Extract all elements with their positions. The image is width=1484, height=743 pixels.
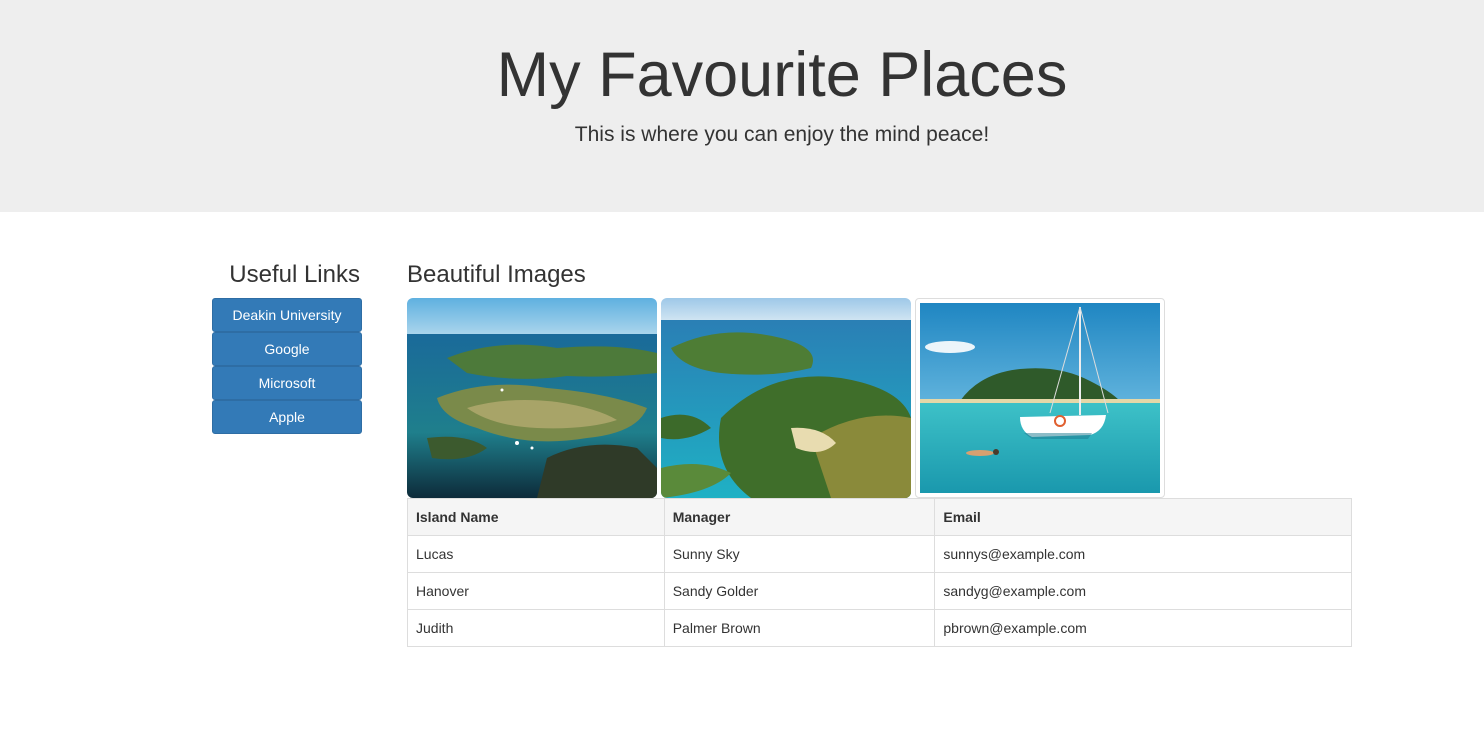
column-header-island-name: Island Name (407, 498, 665, 536)
table-row: Judith Palmer Brown pbrown@example.com (407, 609, 1352, 647)
link-apple[interactable]: Apple (212, 400, 362, 434)
island-name-cell: Judith (407, 609, 665, 647)
column-header-email: Email (934, 498, 1352, 536)
manager-cell: Palmer Brown (663, 609, 936, 647)
table-header-row: Island Name Manager Email (407, 498, 1352, 536)
island-photo-1 (407, 298, 657, 498)
beautiful-images-heading: Beautiful Images (407, 261, 586, 288)
sailboat-photo (915, 298, 1165, 498)
jumbotron: My Favourite Places This is where you ca… (0, 0, 1484, 212)
link-microsoft[interactable]: Microsoft (212, 366, 362, 400)
column-header-manager: Manager (663, 498, 936, 536)
island-name-cell: Hanover (407, 572, 665, 610)
manager-cell: Sunny Sky (663, 535, 936, 573)
email-cell: sunnys@example.com (934, 535, 1352, 573)
table-row: Hanover Sandy Golder sandyg@example.com (407, 572, 1352, 610)
island-name-cell: Lucas (407, 535, 665, 573)
useful-links-heading: Useful Links (229, 261, 360, 288)
manager-cell: Sandy Golder (663, 572, 936, 610)
islands-table: Island Name Manager Email Lucas Sunny Sk… (407, 498, 1352, 647)
table-row: Lucas Sunny Sky sunnys@example.com (407, 535, 1352, 573)
email-cell: sandyg@example.com (934, 572, 1352, 610)
link-deakin-university[interactable]: Deakin University (212, 298, 362, 332)
island-photo-2 (661, 298, 911, 498)
email-cell: pbrown@example.com (934, 609, 1352, 647)
page-title: My Favourite Places (496, 40, 1068, 110)
link-google[interactable]: Google (212, 332, 362, 366)
page-subtitle: This is where you can enjoy the mind pea… (574, 123, 990, 146)
